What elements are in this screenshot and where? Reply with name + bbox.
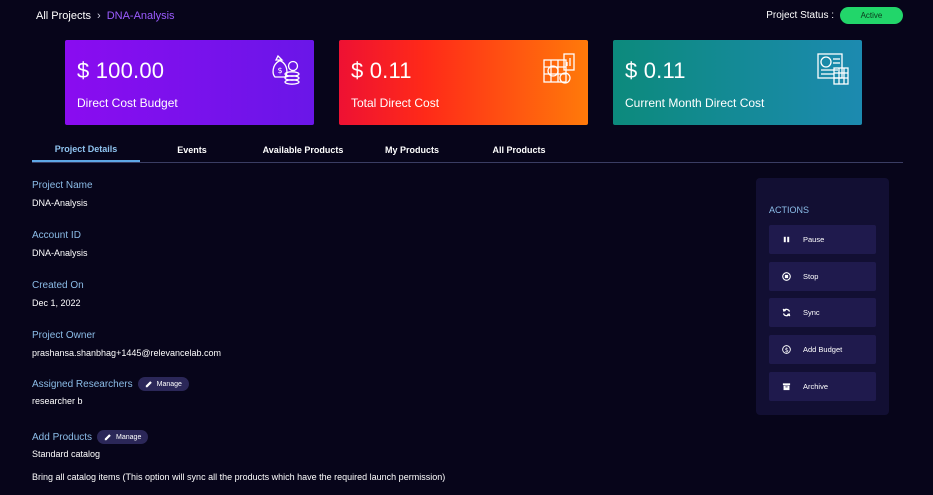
dollar-circle-icon: $ xyxy=(781,345,791,355)
budget-label: Direct Cost Budget xyxy=(77,96,178,110)
svg-text:$: $ xyxy=(278,66,283,75)
pause-button[interactable]: Pause xyxy=(769,225,876,254)
total-cost-label: Total Direct Cost xyxy=(351,96,440,110)
tab-events[interactable]: Events xyxy=(160,137,224,162)
project-name-value: DNA-Analysis xyxy=(32,198,88,208)
created-on-label: Created On xyxy=(32,280,84,291)
breadcrumb-chevron-icon: › xyxy=(97,10,101,22)
actions-panel: ACTIONS Pause Stop Sync $ Add Budget Arc… xyxy=(756,178,889,415)
status-badge: Active xyxy=(840,7,903,24)
pause-icon xyxy=(781,235,791,245)
tab-all-products[interactable]: All Products xyxy=(480,137,558,162)
add-budget-label: Add Budget xyxy=(803,345,843,354)
sync-label: Sync xyxy=(803,308,820,317)
add-budget-button[interactable]: $ Add Budget xyxy=(769,335,876,364)
actions-title: ACTIONS xyxy=(769,205,810,215)
project-owner-value: prashansa.shanbhag+1445@relevancelab.com xyxy=(32,348,222,358)
stop-label: Stop xyxy=(803,272,819,281)
project-status: Project Status : Active xyxy=(766,7,903,24)
money-bag-icon: $ xyxy=(272,54,300,85)
assigned-researchers-label: Assigned Researchers xyxy=(32,378,133,390)
manage-products-label: Manage xyxy=(116,433,142,441)
add-products-header: Add Products Manage xyxy=(32,430,445,444)
tab-available-products[interactable]: Available Products xyxy=(254,137,352,162)
project-status-label: Project Status : xyxy=(766,10,834,21)
breadcrumb-all-projects[interactable]: All Projects xyxy=(36,10,91,22)
archive-icon xyxy=(781,382,791,392)
calendar-cost-icon xyxy=(817,53,849,85)
month-cost-label: Current Month Direct Cost xyxy=(625,96,765,110)
stop-button[interactable]: Stop xyxy=(769,262,876,291)
svg-text:$: $ xyxy=(784,347,788,354)
account-id-field: Account ID DNA-Analysis xyxy=(32,230,88,258)
account-id-label: Account ID xyxy=(32,230,81,241)
project-owner-label: Project Owner xyxy=(32,330,96,341)
add-products-value: Standard catalog xyxy=(32,449,101,459)
project-owner-field: Project Owner prashansa.shanbhag+1445@re… xyxy=(32,330,221,358)
sync-icon xyxy=(781,308,791,318)
tab-project-details[interactable]: Project Details xyxy=(32,137,140,162)
account-id-value: DNA-Analysis xyxy=(32,248,88,258)
sync-button[interactable]: Sync xyxy=(769,298,876,327)
assigned-researchers-header: Assigned Researchers Manage xyxy=(32,377,189,391)
cost-chart-icon xyxy=(543,53,575,84)
manage-researchers-button[interactable]: Manage xyxy=(137,377,189,391)
stop-icon xyxy=(781,272,791,282)
project-tabs: Project Details Events Available Product… xyxy=(32,137,903,163)
manage-researchers-label: Manage xyxy=(156,380,182,388)
total-direct-cost-card: $ 0.11 Total Direct Cost xyxy=(339,40,588,125)
tab-my-products[interactable]: My Products xyxy=(374,137,450,162)
project-name-field: Project Name DNA-Analysis xyxy=(32,180,93,208)
direct-cost-budget-card: $ 100.00 Direct Cost Budget $ xyxy=(65,40,314,125)
manage-products-button[interactable]: Manage xyxy=(97,430,149,444)
breadcrumb-current-project: DNA-Analysis xyxy=(106,10,175,22)
pause-label: Pause xyxy=(803,235,825,244)
created-on-value: Dec 1, 2022 xyxy=(32,298,81,308)
assigned-researchers-field: Assigned Researchers Manage researcher b xyxy=(32,377,189,406)
pencil-icon xyxy=(104,434,111,441)
created-on-field: Created On Dec 1, 2022 xyxy=(32,280,84,308)
pencil-icon xyxy=(145,381,152,388)
current-month-cost-card: $ 0.11 Current Month Direct Cost xyxy=(613,40,862,125)
archive-button[interactable]: Archive xyxy=(769,372,876,401)
add-products-field: Add Products Manage Standard catalog Bri… xyxy=(32,430,445,482)
archive-label: Archive xyxy=(803,382,829,391)
project-name-label: Project Name xyxy=(32,180,93,191)
assigned-researchers-value: researcher b xyxy=(32,396,83,406)
add-products-label: Add Products xyxy=(32,431,93,443)
add-products-note: Bring all catalog items (This option wil… xyxy=(32,472,446,482)
breadcrumb: All Projects › DNA-Analysis xyxy=(36,10,175,22)
